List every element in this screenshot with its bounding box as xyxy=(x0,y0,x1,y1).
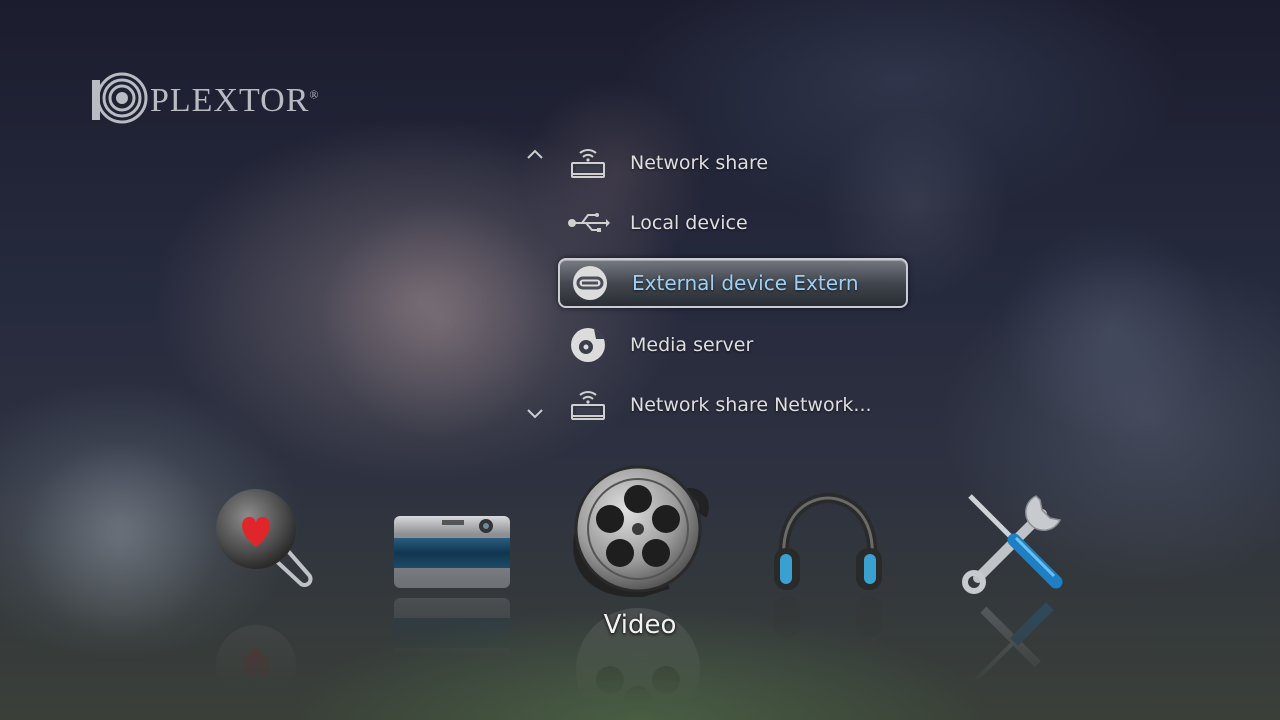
headphones-icon xyxy=(774,492,882,590)
dock-reflection xyxy=(390,592,512,670)
dock-settings[interactable] xyxy=(958,486,1070,594)
plextor-logo: PLEXTOR® xyxy=(90,70,320,126)
dock-photo[interactable] xyxy=(390,510,512,592)
network-share-icon xyxy=(566,385,610,425)
menu-item-label: Network share xyxy=(630,152,769,174)
external-device-icon xyxy=(568,263,612,303)
bokeh-light xyxy=(1000,220,1220,440)
dock-reflection xyxy=(958,592,1070,688)
bokeh-light xyxy=(20,440,220,640)
logo-text: PLEXTOR® xyxy=(150,82,320,119)
film-reel-icon xyxy=(573,465,709,598)
source-menu: Network share Local device External devi xyxy=(520,130,920,440)
dock-music[interactable] xyxy=(770,492,886,596)
heart-pin-icon xyxy=(216,489,313,587)
chevron-up-icon[interactable] xyxy=(524,144,546,166)
menu-item-label: Media server xyxy=(630,334,754,356)
tools-icon xyxy=(962,494,1063,594)
menu-item-media-server[interactable]: Media server xyxy=(558,320,908,370)
dock-video[interactable] xyxy=(572,465,712,600)
menu-item-network-share[interactable]: Network share xyxy=(558,138,908,188)
menu-item-external-device[interactable]: External device Extern xyxy=(558,258,908,308)
menu-item-network-share-2[interactable]: Network share Network... xyxy=(558,380,908,430)
plextor-logo-icon xyxy=(92,72,148,124)
chevron-down-icon[interactable] xyxy=(524,402,546,424)
media-server-icon xyxy=(566,325,610,365)
dock-reflection xyxy=(770,590,886,694)
menu-item-label: External device Extern xyxy=(632,271,859,295)
camera-icon xyxy=(394,516,510,588)
dock-reflection xyxy=(210,595,320,705)
menu-item-label: Network share Network... xyxy=(630,394,872,416)
dock-active-label: Video xyxy=(603,610,677,640)
network-share-icon xyxy=(566,143,610,183)
menu-item-label: Local device xyxy=(630,212,748,234)
usb-icon xyxy=(566,203,610,243)
menu-item-local-device[interactable]: Local device xyxy=(558,198,908,248)
dock-favorites[interactable] xyxy=(210,485,320,595)
